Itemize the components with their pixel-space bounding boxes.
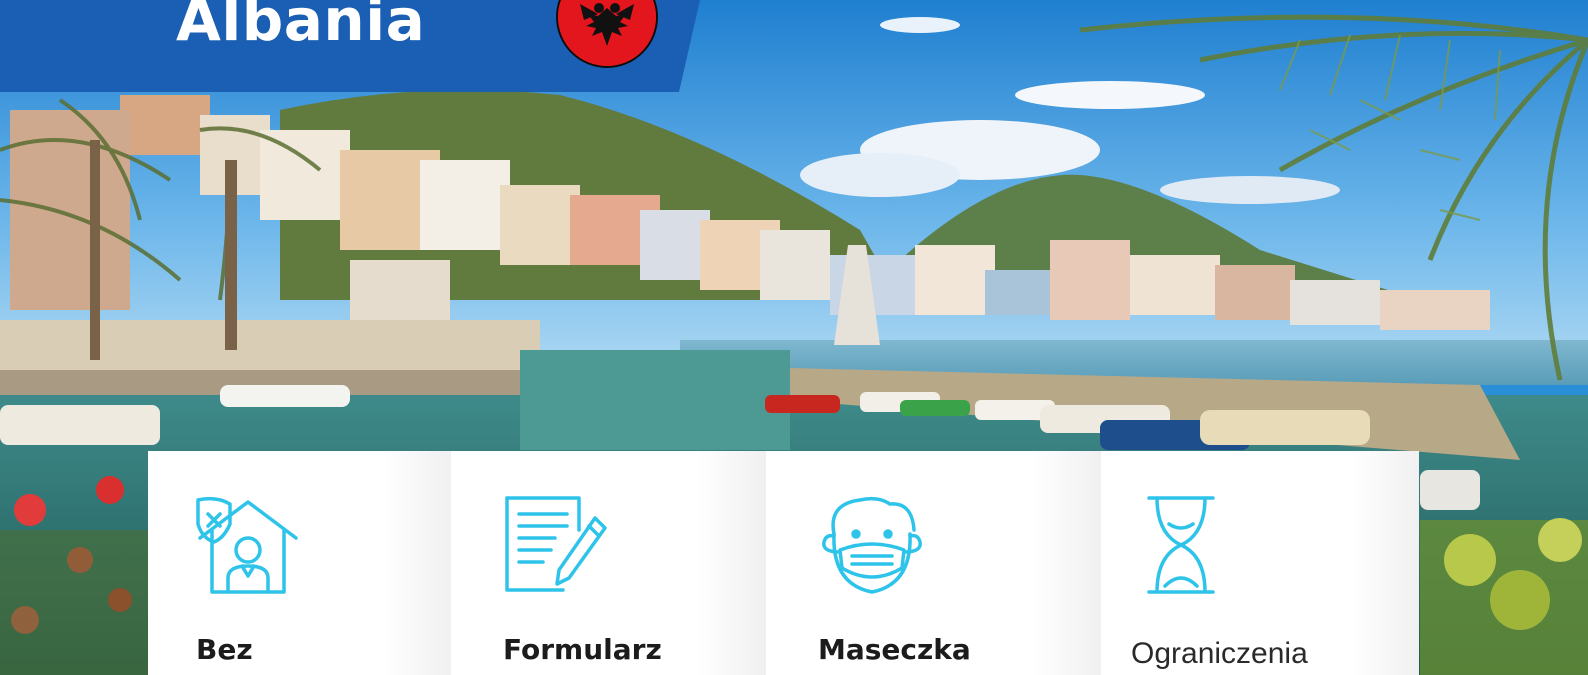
card-form[interactable]: Formularz	[451, 451, 766, 675]
card-label-no-quarantine: Bez	[196, 633, 253, 666]
form-pen-icon	[503, 494, 611, 603]
card-restrictions[interactable]: Ograniczenia	[1101, 451, 1419, 675]
card-mask[interactable]: Maseczka	[766, 451, 1101, 675]
hourglass-icon	[1145, 494, 1217, 603]
face-mask-icon	[816, 494, 928, 603]
card-label-mask: Maseczka	[818, 633, 971, 666]
travel-rules-cards: Bez Formularz Maseczka Ograniczenia	[148, 451, 1419, 675]
card-no-quarantine[interactable]: Bez	[148, 451, 451, 675]
card-label-restrictions: Ograniczenia	[1131, 637, 1308, 670]
house-quarantine-icon	[194, 494, 302, 603]
country-title: Albania	[176, 0, 426, 54]
card-label-form: Formularz	[503, 633, 662, 666]
